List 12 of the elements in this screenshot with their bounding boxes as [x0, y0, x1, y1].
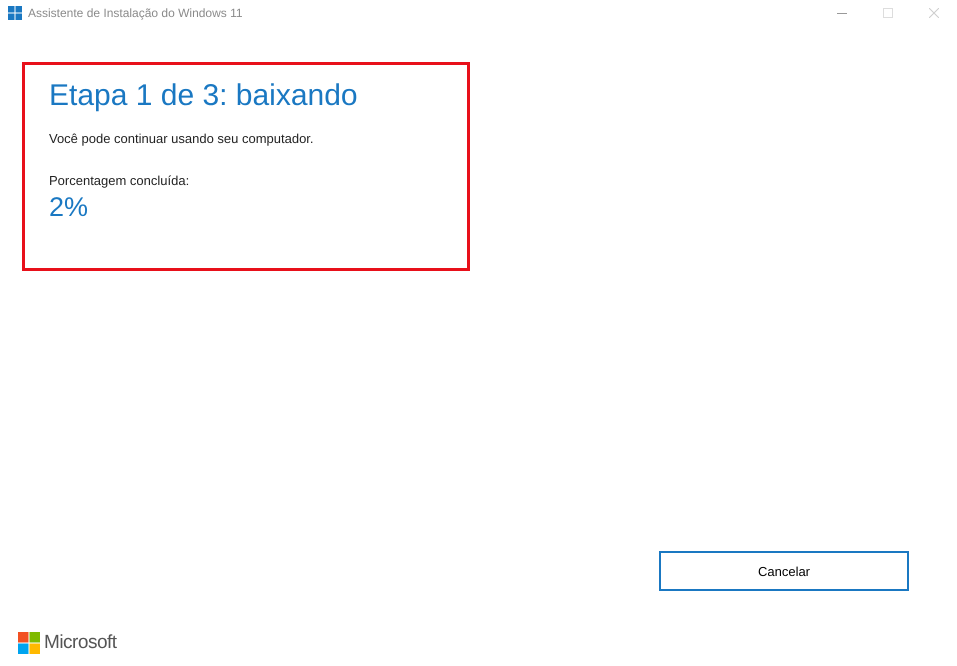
windows-logo-icon — [8, 6, 22, 20]
maximize-icon[interactable] — [883, 8, 893, 18]
cancel-button[interactable]: Cancelar — [659, 551, 909, 591]
progress-label: Porcentagem concluída: — [49, 173, 190, 188]
step-heading: Etapa 1 de 3: baixando — [49, 79, 358, 113]
close-icon[interactable] — [929, 8, 939, 18]
progress-percentage: 2% — [49, 192, 88, 223]
window-title: Assistente de Instalação do Windows 11 — [28, 6, 243, 20]
four-squares-logo-icon — [18, 632, 40, 654]
brand-name: Microsoft — [44, 632, 117, 654]
minimize-icon[interactable] — [837, 12, 847, 14]
info-message: Você pode continuar usando seu computador. — [49, 131, 314, 146]
